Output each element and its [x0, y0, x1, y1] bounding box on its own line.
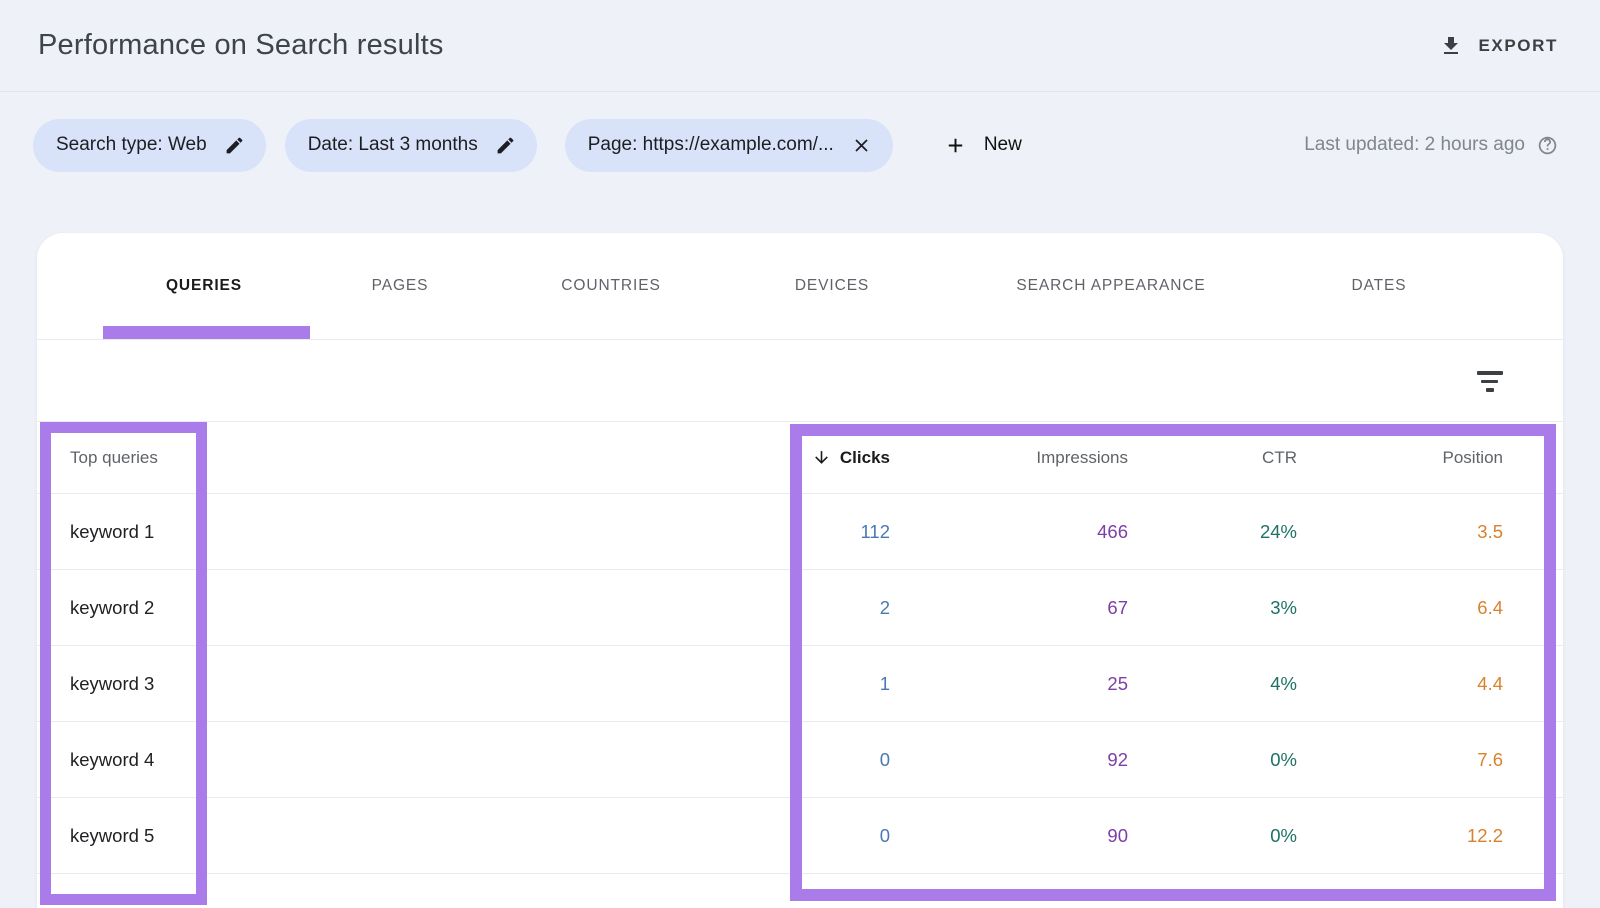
queries-table: Top queries Clicks Impressions CTR Posit… [37, 422, 1563, 874]
query-cell[interactable]: keyword 2 [37, 597, 790, 619]
table-row[interactable]: keyword 2 2 67 3% 6.4 [37, 570, 1563, 646]
ctr-cell: 3% [1270, 597, 1297, 619]
date-range-chip[interactable]: Date: Last 3 months [285, 119, 537, 172]
tab-search-appearance[interactable]: SEARCH APPEARANCE [1016, 233, 1205, 339]
new-filter-button[interactable]: New [944, 134, 1022, 157]
clicks-cell: 0 [880, 749, 890, 771]
tab-dates[interactable]: DATES [1351, 233, 1406, 339]
query-cell[interactable]: keyword 5 [37, 825, 790, 847]
report-card: QUERIES PAGES COUNTRIES DEVICES SEARCH A… [37, 233, 1563, 908]
download-icon [1439, 34, 1463, 58]
search-performance-page: Performance on Search results EXPORT Sea… [0, 0, 1600, 908]
tab-devices[interactable]: DEVICES [795, 233, 869, 339]
date-range-chip-label: Date: Last 3 months [308, 134, 478, 156]
ctr-cell: 4% [1270, 673, 1297, 695]
table-row[interactable]: keyword 4 0 92 0% 7.6 [37, 722, 1563, 798]
impressions-cell: 67 [1107, 597, 1128, 619]
close-icon [851, 135, 872, 156]
position-cell: 4.4 [1477, 673, 1503, 695]
impressions-cell: 90 [1107, 825, 1128, 847]
query-cell[interactable]: keyword 3 [37, 673, 790, 695]
ctr-cell: 0% [1270, 749, 1297, 771]
table-toolbar [37, 340, 1563, 422]
tab-countries[interactable]: COUNTRIES [561, 233, 660, 339]
export-label: EXPORT [1478, 36, 1558, 56]
query-cell[interactable]: keyword 4 [37, 749, 790, 771]
position-cell: 7.6 [1477, 749, 1503, 771]
ctr-cell: 24% [1260, 521, 1297, 543]
clicks-cell: 2 [880, 597, 890, 619]
column-header-clicks[interactable]: Clicks [812, 448, 890, 468]
export-button[interactable]: EXPORT [1439, 34, 1558, 58]
impressions-cell: 25 [1107, 673, 1128, 695]
table-row[interactable]: keyword 5 0 90 0% 12.2 [37, 798, 1563, 874]
dimension-tabs: QUERIES PAGES COUNTRIES DEVICES SEARCH A… [37, 233, 1563, 340]
sort-arrow-down-icon [812, 448, 831, 467]
new-filter-label: New [984, 134, 1022, 156]
column-header-position[interactable]: Position [1443, 448, 1503, 468]
column-header-impressions[interactable]: Impressions [1036, 448, 1128, 468]
position-cell: 6.4 [1477, 597, 1503, 619]
table-row[interactable]: keyword 1 112 466 24% 3.5 [37, 494, 1563, 570]
impressions-cell: 92 [1107, 749, 1128, 771]
ctr-cell: 0% [1270, 825, 1297, 847]
edit-icon [224, 135, 245, 156]
plus-icon [944, 134, 967, 157]
column-header-top-queries[interactable]: Top queries [37, 448, 790, 468]
filter-bar: Search type: Web Date: Last 3 months Pag… [0, 118, 1600, 172]
tab-pages[interactable]: PAGES [372, 233, 429, 339]
tab-queries[interactable]: QUERIES [166, 233, 242, 339]
last-updated-status: Last updated: 2 hours ago [1304, 134, 1558, 156]
edit-icon [495, 135, 516, 156]
page-title: Performance on Search results [38, 29, 444, 62]
table-row[interactable]: keyword 3 1 25 4% 4.4 [37, 646, 1563, 722]
column-header-ctr[interactable]: CTR [1262, 448, 1297, 468]
clicks-cell: 112 [861, 521, 891, 543]
impressions-cell: 466 [1097, 521, 1128, 543]
last-updated-text: Last updated: 2 hours ago [1304, 134, 1525, 156]
search-type-chip[interactable]: Search type: Web [33, 119, 266, 172]
clicks-cell: 0 [880, 825, 890, 847]
active-tab-indicator [103, 326, 310, 339]
filter-rows-icon[interactable] [1476, 367, 1503, 393]
page-filter-chip-label: Page: https://example.com/... [588, 134, 834, 156]
query-cell[interactable]: keyword 1 [37, 521, 790, 543]
position-cell: 3.5 [1477, 521, 1503, 543]
clicks-cell: 1 [880, 673, 890, 695]
help-icon[interactable] [1537, 135, 1558, 156]
remove-page-filter-button[interactable] [851, 135, 872, 156]
search-type-chip-label: Search type: Web [56, 134, 207, 156]
page-header: Performance on Search results EXPORT [0, 0, 1600, 92]
page-filter-chip[interactable]: Page: https://example.com/... [565, 119, 893, 172]
position-cell: 12.2 [1467, 825, 1503, 847]
table-header-row: Top queries Clicks Impressions CTR Posit… [37, 422, 1563, 494]
